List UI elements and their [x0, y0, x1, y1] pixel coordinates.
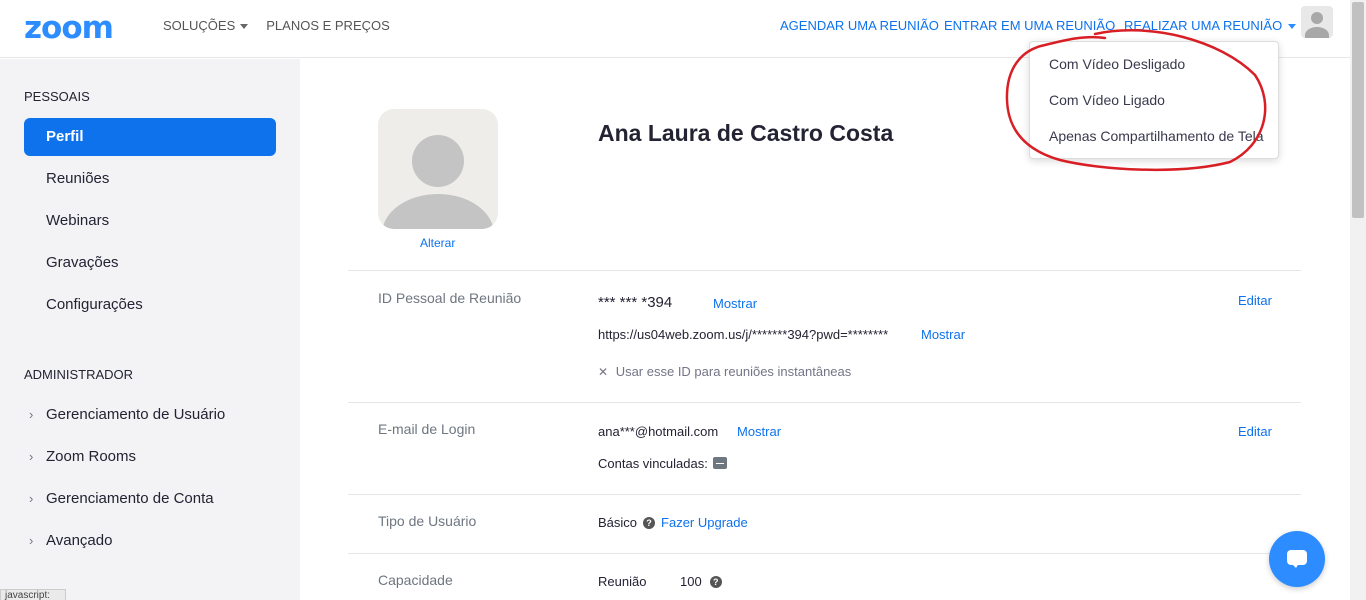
sidebar-item-account-management[interactable]: › Gerenciamento de Conta [24, 480, 276, 518]
user-type-label: Tipo de Usuário [378, 513, 477, 529]
capacity-meeting-label: Reunião [598, 574, 647, 589]
sidebar-item-profile[interactable]: Perfil [24, 118, 276, 156]
sidebar-item-settings[interactable]: Configurações [24, 286, 276, 324]
chevron-down-icon [240, 24, 249, 29]
host-meeting-menu[interactable]: REALIZAR UMA REUNIÃO [1124, 18, 1297, 33]
avatar-head [1311, 12, 1323, 24]
nav-plans-label: PLANOS E PREÇOS [266, 18, 390, 33]
admin-section-title: ADMINISTRADOR [24, 367, 134, 382]
email-label: E-mail de Login [378, 421, 476, 437]
chat-icon [1287, 550, 1307, 568]
pmi-value: *** *** *394 [598, 294, 673, 311]
pmi-url-show-link[interactable]: Mostrar [921, 327, 965, 342]
capacity-meeting-group: 100 ? [680, 574, 722, 589]
avatar-body [1305, 27, 1329, 38]
pmi-label: ID Pessoal de Reunião [378, 290, 522, 306]
sidebar-item-advanced[interactable]: › Avançado [24, 522, 276, 560]
sidebar-item-user-management[interactable]: › Gerenciamento de Usuário [24, 396, 276, 434]
divider [348, 494, 1301, 495]
status-bar-url: javascript: [0, 589, 66, 600]
sidebar: PESSOAIS Perfil Reuniões Webinars Gravaç… [0, 59, 300, 600]
chevron-right-icon: › [29, 449, 34, 464]
instant-meeting-label: Usar esse ID para reuniões instantâneas [615, 364, 852, 379]
pmi-edit-link[interactable]: Editar [1238, 293, 1272, 308]
email-show-link[interactable]: Mostrar [737, 424, 781, 439]
help-icon[interactable]: ? [709, 575, 722, 588]
divider [348, 402, 1301, 403]
zoom-logo[interactable]: zoom [24, 10, 114, 46]
sidebar-item-label: Avançado [46, 532, 113, 549]
menu-item-screen-share-only[interactable]: Apenas Compartilhamento de Tela [1049, 128, 1264, 144]
menu-item-video-off[interactable]: Com Vídeo Desligado [1049, 56, 1185, 72]
chat-button[interactable] [1269, 531, 1325, 587]
profile-picture-body [382, 194, 494, 229]
close-icon: ✕ [598, 365, 609, 379]
divider [348, 270, 1301, 271]
nav-solutions[interactable]: SOLUÇÕES [163, 18, 249, 33]
instant-meeting-option[interactable]: ✕ Usar esse ID para reuniões instantânea… [598, 364, 851, 379]
user-type-value: Básico [598, 515, 638, 530]
chevron-right-icon: › [29, 491, 34, 506]
capacity-meeting-value: 100 [680, 574, 702, 589]
sidebar-item-webinars[interactable]: Webinars [24, 202, 276, 240]
nav-plans[interactable]: PLANOS E PREÇOS [266, 18, 390, 33]
pmi-url: https://us04web.zoom.us/j/*******394?pwd… [598, 327, 889, 342]
change-photo-link[interactable]: Alterar [420, 236, 455, 250]
user-name: Ana Laura de Castro Costa [598, 120, 894, 146]
user-avatar[interactable] [1301, 6, 1333, 38]
help-icon[interactable]: ? [643, 516, 656, 529]
mail-icon [713, 457, 727, 469]
email-value: ana***@hotmail.com [598, 424, 719, 439]
host-meeting-label: REALIZAR UMA REUNIÃO [1124, 18, 1283, 33]
chevron-right-icon: › [29, 407, 34, 422]
nav-left: SOLUÇÕES PLANOS E PREÇOS [163, 18, 390, 33]
sidebar-item-zoom-rooms[interactable]: › Zoom Rooms [24, 438, 276, 476]
join-meeting-link[interactable]: ENTRAR EM UMA REUNIÃO [944, 18, 1115, 33]
scrollbar[interactable] [1350, 0, 1366, 600]
chevron-right-icon: › [29, 533, 34, 548]
user-type-value-group: Básico ? Fazer Upgrade [598, 515, 748, 530]
sidebar-item-label: Zoom Rooms [46, 448, 137, 465]
profile-picture-head [412, 135, 464, 187]
sidebar-item-label: Gerenciamento de Usuário [46, 406, 226, 423]
host-meeting-dropdown: Com Vídeo Desligado Com Vídeo Ligado Ape… [1029, 41, 1279, 159]
personal-section-title: PESSOAIS [24, 89, 90, 104]
chevron-down-icon [1288, 24, 1297, 29]
pmi-show-link[interactable]: Mostrar [713, 296, 757, 311]
sidebar-item-recordings[interactable]: Gravações [24, 244, 276, 282]
upgrade-link[interactable]: Fazer Upgrade [661, 515, 748, 530]
menu-item-video-on[interactable]: Com Vídeo Ligado [1049, 92, 1165, 108]
email-edit-link[interactable]: Editar [1238, 424, 1272, 439]
profile-picture[interactable] [378, 109, 498, 229]
sidebar-item-label: Gerenciamento de Conta [46, 490, 214, 507]
divider [348, 553, 1301, 554]
linked-accounts-label: Contas vinculadas: [598, 456, 708, 471]
sidebar-item-meetings[interactable]: Reuniões [24, 160, 276, 198]
nav-solutions-label: SOLUÇÕES [163, 18, 236, 33]
scrollbar-thumb[interactable] [1352, 2, 1364, 218]
capacity-label: Capacidade [378, 572, 453, 588]
schedule-meeting-link[interactable]: AGENDAR UMA REUNIÃO [780, 18, 939, 33]
